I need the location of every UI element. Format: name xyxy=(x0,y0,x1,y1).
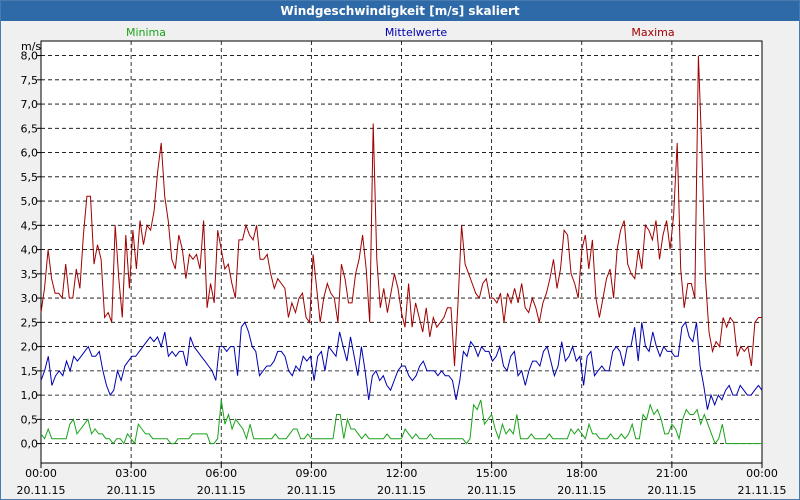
x-tick-time-label: 12:00 xyxy=(386,467,418,480)
y-axis-label: m/s xyxy=(21,40,41,53)
legend-minima: Minima xyxy=(126,26,166,39)
x-tick-time-label: 09:00 xyxy=(296,467,328,480)
x-tick-date-label: 20.11.15 xyxy=(17,484,66,497)
x-tick-date-label: 20.11.15 xyxy=(197,484,246,497)
y-tick-label: 6,0 xyxy=(21,147,39,160)
y-tick-label: 7,0 xyxy=(21,98,39,111)
y-tick-label: 2,0 xyxy=(21,341,39,354)
legend: Minima Mittelwerte Maxima xyxy=(126,26,675,39)
y-tick-label: 6,5 xyxy=(21,122,39,135)
y-tick-label: 0,5 xyxy=(21,413,39,426)
chart-window: Windgeschwindigkeit [m/s] skaliert 0,0 0,… xyxy=(0,0,800,500)
x-tick-date-label: 21.11.15 xyxy=(738,484,787,497)
x-tick-time-label: 15:00 xyxy=(476,467,508,480)
x-tick-time-label: 21:00 xyxy=(656,467,688,480)
x-tick-date-label: 20.11.15 xyxy=(107,484,156,497)
y-tick-label: 4,0 xyxy=(21,244,39,257)
x-tick-date-label: 20.11.15 xyxy=(287,484,336,497)
y-tick-label: 3,0 xyxy=(21,292,39,305)
legend-mittelwerte: Mittelwerte xyxy=(385,26,448,39)
y-tick-label: 7,5 xyxy=(21,74,39,87)
x-tick-time-label: 00:00 xyxy=(25,467,57,480)
y-tick-label: 0,0 xyxy=(21,438,39,451)
grid-layer xyxy=(40,40,763,464)
x-tick-time-label: 18:00 xyxy=(566,467,598,480)
y-tick-label: 5,0 xyxy=(21,195,39,208)
x-tick-date-label: 20.11.15 xyxy=(557,484,606,497)
chart-title: Windgeschwindigkeit [m/s] skaliert xyxy=(1,1,799,21)
x-tick-time-label: 06:00 xyxy=(205,467,237,480)
wind-speed-chart: 0,0 0,5 1,0 1,5 2,0 2,5 3,0 3,5 4,0 4,5 5,0 5,5 6,0 6… xyxy=(17,26,787,497)
x-tick-time-label: 03:00 xyxy=(115,467,147,480)
x-tick-date-label: 20.11.15 xyxy=(467,484,516,497)
x-tick-date-label: 20.11.15 xyxy=(377,484,426,497)
legend-maxima: Maxima xyxy=(631,26,674,39)
y-tick-label: 4,5 xyxy=(21,219,39,232)
y-tick-label: 1,0 xyxy=(21,389,39,402)
y-tick-label: 3,5 xyxy=(21,268,39,281)
y-tick-label: 5,5 xyxy=(21,171,39,184)
x-tick-time-label: 00:00 xyxy=(746,467,778,480)
y-tick-label: 1,5 xyxy=(21,365,39,378)
y-tick-label: 2,5 xyxy=(21,316,39,329)
x-tick-date-label: 20.11.15 xyxy=(647,484,696,497)
